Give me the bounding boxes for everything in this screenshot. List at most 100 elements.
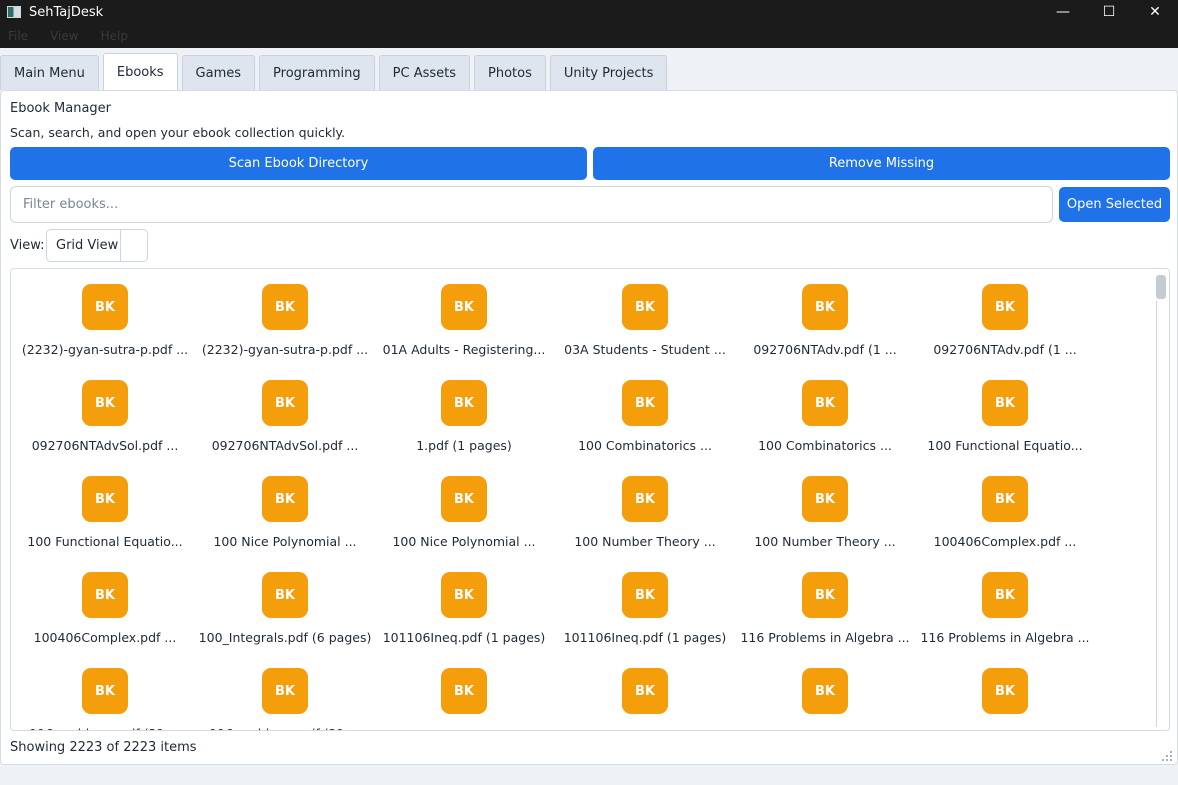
ebook-item[interactable]: BK 100 Number Theory ... bbox=[735, 476, 915, 549]
filter-input[interactable] bbox=[10, 186, 1053, 223]
tab-unity-projects[interactable]: Unity Projects bbox=[549, 55, 668, 90]
menu-file[interactable]: File bbox=[8, 29, 28, 43]
ebook-item[interactable]: BK (2232)-gyan-sutra-p.pdf ... bbox=[195, 284, 375, 357]
ebook-item-label: 092706NTAdv.pdf (1 ... bbox=[933, 342, 1077, 357]
ebook-item-label: 101106Ineq.pdf (1 pages) bbox=[563, 630, 727, 645]
window-controls: — ☐ ✕ bbox=[1040, 0, 1178, 24]
ebook-item[interactable]: BK 092706NTAdv.pdf (1 ... bbox=[735, 284, 915, 357]
ebook-item[interactable]: BK 116 Problems in Algebra ... bbox=[915, 572, 1095, 645]
view-mode-value: Grid View bbox=[56, 238, 119, 253]
ebook-item[interactable]: BK 092706NTAdv.pdf (1 ... bbox=[915, 284, 1095, 357]
view-label: View: bbox=[10, 238, 45, 253]
ebook-item-label: 1.pdf (1 pages) bbox=[416, 438, 512, 453]
ebook-item-label: 116 problems.pdf (21 ... bbox=[195, 726, 375, 730]
ebook-item[interactable]: BK 100 Combinatorics ... bbox=[735, 380, 915, 453]
ebook-item-label: 116 Problems in Algebra ... bbox=[920, 630, 1090, 645]
resize-grip-icon[interactable] bbox=[1161, 750, 1173, 762]
vertical-scrollbar[interactable] bbox=[1154, 271, 1168, 729]
ebook-item-label: 100_Integrals.pdf (6 pages) bbox=[198, 630, 372, 645]
ebook-item[interactable]: BK 1.pdf (1 pages) bbox=[374, 380, 554, 453]
ebook-item[interactable]: BK 116 Problems in Algebra ... bbox=[735, 572, 915, 645]
ebook-item[interactable]: BK bbox=[555, 668, 735, 726]
tab-main-menu[interactable]: Main Menu bbox=[0, 55, 99, 90]
ebook-item-label: 100 Combinatorics ... bbox=[758, 438, 892, 453]
window-title: SehTajDesk bbox=[29, 4, 104, 20]
ebook-item[interactable]: BK 100_Integrals.pdf (6 pages) bbox=[195, 572, 375, 645]
ebook-item-label: (2232)-gyan-sutra-p.pdf ... bbox=[201, 342, 369, 357]
book-icon: BK bbox=[441, 668, 487, 714]
remove-missing-button[interactable]: Remove Missing bbox=[593, 147, 1170, 180]
ebook-item[interactable]: BK (2232)-gyan-sutra-p.pdf ... bbox=[15, 284, 195, 357]
ebook-item-label: 100 Functional Equatio... bbox=[927, 438, 1083, 453]
minimize-button[interactable]: — bbox=[1040, 0, 1086, 24]
ebook-item-label: 092706NTAdvSol.pdf ... bbox=[31, 438, 179, 453]
book-icon: BK bbox=[262, 668, 308, 714]
ebook-item[interactable]: BK 100 Combinatorics ... bbox=[555, 380, 735, 453]
ebook-item[interactable]: BK 100 Nice Polynomial ... bbox=[195, 476, 375, 549]
tab-games[interactable]: Games bbox=[181, 55, 256, 90]
book-icon: BK bbox=[441, 476, 487, 522]
scan-directory-button[interactable]: Scan Ebook Directory bbox=[10, 147, 587, 180]
scrollbar-thumb[interactable] bbox=[1156, 275, 1166, 299]
ebook-item-label: 116 problems.pdf (21 ... bbox=[15, 726, 195, 730]
ebook-item[interactable]: BK 01A Adults - Registering... bbox=[374, 284, 554, 357]
ebook-item[interactable]: BK 092706NTAdvSol.pdf ... bbox=[195, 380, 375, 453]
ebook-item[interactable]: BK 100 Functional Equatio... bbox=[915, 380, 1095, 453]
ebook-item[interactable]: BK 116 problems.pdf (21 ... bbox=[195, 668, 375, 730]
book-icon: BK bbox=[441, 284, 487, 330]
book-icon: BK bbox=[262, 284, 308, 330]
ebook-item[interactable]: BK 101106Ineq.pdf (1 pages) bbox=[374, 572, 554, 645]
book-icon: BK bbox=[622, 476, 668, 522]
book-icon: BK bbox=[802, 380, 848, 426]
book-icon: BK bbox=[82, 572, 128, 618]
ebook-grid: BK (2232)-gyan-sutra-p.pdf ... BK (2232)-gy… bbox=[10, 268, 1170, 731]
close-button[interactable]: ✕ bbox=[1132, 0, 1178, 24]
book-icon: BK bbox=[441, 380, 487, 426]
maximize-button[interactable]: ☐ bbox=[1086, 0, 1132, 24]
ebook-item[interactable]: BK 100 Functional Equatio... bbox=[15, 476, 195, 549]
book-icon: BK bbox=[622, 284, 668, 330]
tab-pc-assets[interactable]: PC Assets bbox=[378, 55, 471, 90]
ebook-item[interactable]: BK 116 problems.pdf (21 ... bbox=[15, 668, 195, 730]
ebook-item[interactable]: BK bbox=[735, 668, 915, 726]
book-icon: BK bbox=[262, 572, 308, 618]
tab-ebooks[interactable]: Ebooks bbox=[102, 53, 178, 90]
ebook-item-label: 100 Nice Polynomial ... bbox=[392, 534, 536, 549]
ebook-item[interactable]: BK bbox=[374, 668, 554, 726]
tab-programming[interactable]: Programming bbox=[259, 55, 375, 90]
ebook-item[interactable]: BK 100406Complex.pdf ... bbox=[915, 476, 1095, 549]
tab-photos[interactable]: Photos bbox=[474, 55, 546, 90]
book-icon: BK bbox=[802, 572, 848, 618]
menu-view[interactable]: View bbox=[50, 29, 78, 43]
ebook-item-label: 116 Problems in Algebra ... bbox=[740, 630, 910, 645]
page-subtitle: Scan, search, and open your ebook collec… bbox=[10, 125, 346, 140]
book-icon: BK bbox=[982, 572, 1028, 618]
menu-bar: File View Help bbox=[0, 24, 1178, 48]
ebook-item[interactable]: BK 100 Nice Polynomial ... bbox=[374, 476, 554, 549]
app-icon bbox=[7, 6, 21, 18]
book-icon: BK bbox=[262, 380, 308, 426]
page-title: Ebook Manager bbox=[10, 101, 112, 116]
book-icon: BK bbox=[802, 668, 848, 714]
ebook-item[interactable]: BK 100 Number Theory ... bbox=[555, 476, 735, 549]
ebook-item-label: 100406Complex.pdf ... bbox=[33, 630, 177, 645]
book-icon: BK bbox=[622, 572, 668, 618]
ebook-item-label: 100 Functional Equatio... bbox=[27, 534, 183, 549]
book-icon: BK bbox=[802, 476, 848, 522]
ebook-item[interactable]: BK 101106Ineq.pdf (1 pages) bbox=[555, 572, 735, 645]
ebook-item[interactable]: BK bbox=[915, 668, 1095, 726]
book-icon: BK bbox=[82, 668, 128, 714]
open-selected-button[interactable]: Open Selected bbox=[1059, 187, 1170, 222]
ebook-item[interactable]: BK 092706NTAdvSol.pdf ... bbox=[15, 380, 195, 453]
ebook-item-label: 01A Adults - Registering... bbox=[382, 342, 546, 357]
ebook-item[interactable]: BK 03A Students - Student ... bbox=[555, 284, 735, 357]
ebooks-panel: Ebook Manager Scan, search, and open you… bbox=[0, 90, 1178, 765]
ebook-item[interactable]: BK 100406Complex.pdf ... bbox=[15, 572, 195, 645]
book-icon: BK bbox=[82, 476, 128, 522]
ebook-item-label: 03A Students - Student ... bbox=[564, 342, 726, 357]
view-mode-select[interactable]: Grid View bbox=[46, 229, 148, 262]
menu-help[interactable]: Help bbox=[101, 29, 128, 43]
book-icon: BK bbox=[982, 668, 1028, 714]
dropdown-arrow-icon[interactable] bbox=[120, 230, 147, 261]
title-bar: SehTajDesk — ☐ ✕ bbox=[0, 0, 1178, 24]
